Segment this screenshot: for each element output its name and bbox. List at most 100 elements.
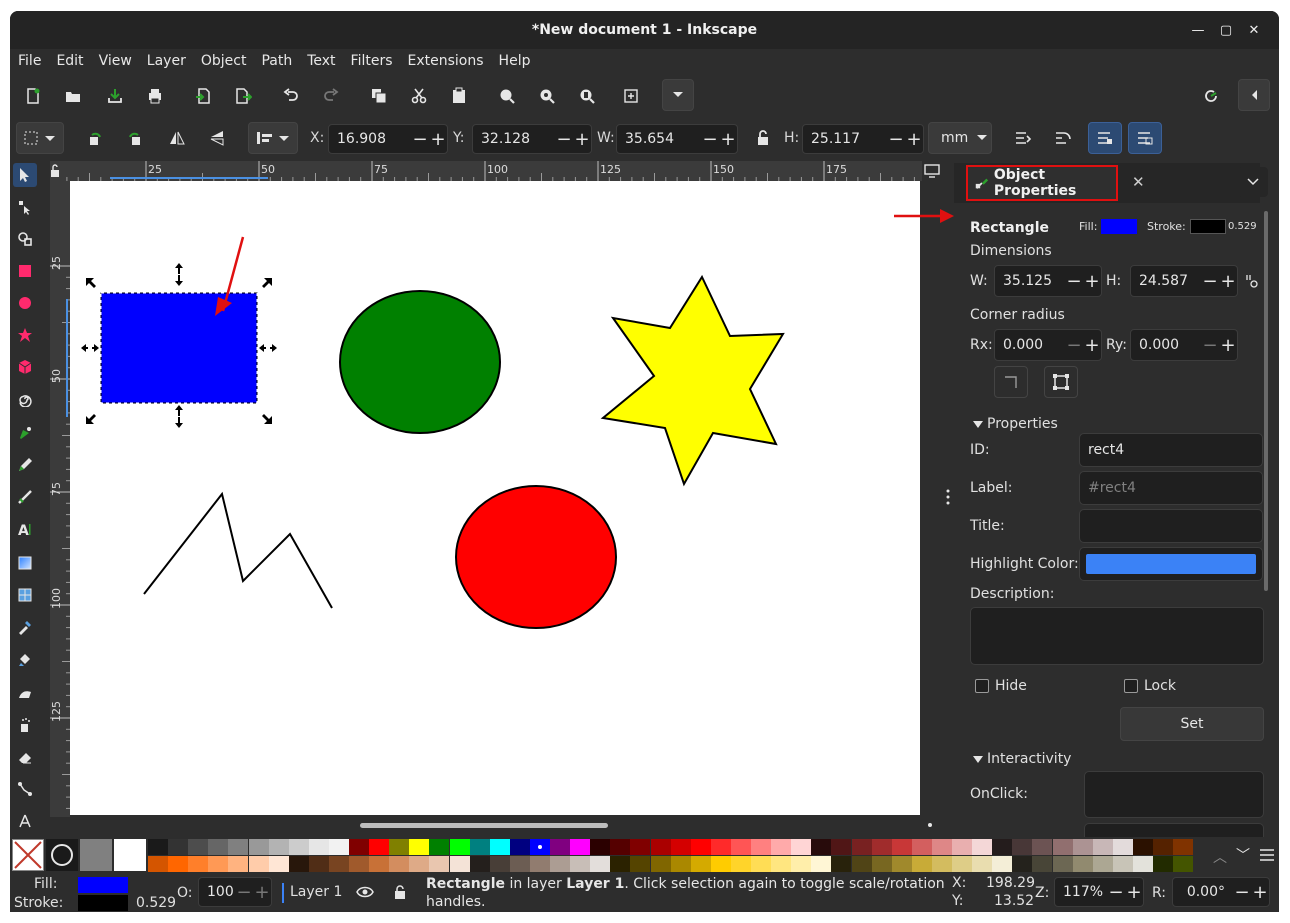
palette-swatch[interactable] bbox=[248, 839, 269, 855]
handle-bottom[interactable] bbox=[175, 405, 183, 428]
canvas-area[interactable] bbox=[70, 181, 922, 817]
dim-w-field[interactable]: 35.125− + bbox=[994, 265, 1102, 297]
palette-swatch[interactable] bbox=[268, 856, 289, 872]
handle-bottom-left[interactable] bbox=[86, 414, 96, 424]
palette-swatch[interactable] bbox=[891, 839, 912, 855]
zoom-value[interactable]: 117% bbox=[1055, 884, 1107, 900]
yellow-star[interactable] bbox=[600, 274, 785, 487]
y-plus-button[interactable]: + bbox=[573, 129, 591, 150]
lock-checkbox[interactable] bbox=[1124, 679, 1138, 693]
palette-swatch[interactable] bbox=[228, 856, 249, 872]
palette-swatch[interactable] bbox=[791, 839, 812, 855]
menu-help[interactable]: Help bbox=[499, 53, 531, 69]
palette-swatch[interactable] bbox=[952, 839, 972, 855]
select-mode-dropdown[interactable] bbox=[16, 122, 64, 154]
zoom-minus-button[interactable]: − bbox=[1107, 882, 1125, 903]
y-minus-button[interactable]: − bbox=[555, 129, 573, 150]
red-ellipse[interactable] bbox=[455, 485, 617, 629]
rotate-ccw-icon[interactable] bbox=[82, 125, 108, 151]
palette-swatch[interactable] bbox=[509, 839, 530, 855]
paint-bucket-tool-icon[interactable] bbox=[13, 647, 37, 671]
palette-swatch[interactable] bbox=[630, 839, 651, 855]
zoom-drawing-icon[interactable] bbox=[534, 83, 560, 109]
menu-edit[interactable]: Edit bbox=[56, 53, 83, 69]
ry-field[interactable]: 0.000− + bbox=[1130, 329, 1238, 361]
palette-swatch[interactable] bbox=[1012, 856, 1033, 872]
chain-link-icon[interactable] bbox=[1244, 273, 1260, 289]
rotate-cw-icon[interactable] bbox=[122, 125, 148, 151]
ry-minus-button[interactable]: − bbox=[1201, 335, 1219, 356]
palette-swatch[interactable] bbox=[1032, 839, 1053, 855]
palette-swatch[interactable] bbox=[952, 856, 972, 872]
w-field[interactable]: 35.654− + bbox=[616, 124, 738, 154]
palette-swatch[interactable] bbox=[489, 856, 510, 872]
palette-swatch[interactable] bbox=[590, 839, 611, 855]
current-layer-name[interactable]: Layer 1 bbox=[290, 884, 342, 900]
close-icon[interactable]: ✕ bbox=[1244, 20, 1264, 40]
palette-swatch[interactable] bbox=[610, 839, 631, 855]
eraser-tool-icon[interactable] bbox=[13, 745, 37, 769]
gradient-tool-icon[interactable] bbox=[13, 551, 37, 575]
palette-swatch[interactable] bbox=[389, 839, 410, 855]
palette-swatch[interactable] bbox=[992, 839, 1013, 855]
layer-visibility-eye-icon[interactable] bbox=[356, 885, 374, 899]
paste-icon[interactable] bbox=[446, 83, 472, 109]
dropper-tool-icon[interactable] bbox=[13, 615, 37, 639]
palette-swatch[interactable] bbox=[851, 856, 872, 872]
palette-swatch[interactable] bbox=[208, 839, 229, 855]
menu-view[interactable]: View bbox=[99, 53, 132, 69]
h-field[interactable]: 25.117− + bbox=[802, 124, 924, 154]
palette-swatch[interactable] bbox=[469, 856, 490, 872]
palette-swatch[interactable] bbox=[811, 839, 832, 855]
unit-dropdown[interactable]: mm bbox=[928, 122, 992, 154]
palette-swatch[interactable] bbox=[389, 856, 410, 872]
palette-swatch[interactable] bbox=[931, 856, 952, 872]
palette-swatch[interactable] bbox=[449, 856, 470, 872]
rectangle-tool-icon[interactable] bbox=[13, 259, 37, 283]
3d-box-tool-icon[interactable] bbox=[13, 355, 37, 379]
panel-scrollbar[interactable] bbox=[1264, 211, 1268, 591]
description-textarea[interactable] bbox=[970, 607, 1264, 665]
palette-swatch[interactable] bbox=[931, 839, 952, 855]
palette-swatch[interactable] bbox=[168, 839, 189, 855]
palette-swatch[interactable] bbox=[469, 839, 490, 855]
cut-icon[interactable] bbox=[406, 83, 432, 109]
set-button[interactable]: Set bbox=[1120, 707, 1264, 741]
status-stroke-swatch[interactable] bbox=[78, 895, 128, 911]
white-swatch[interactable] bbox=[114, 839, 146, 871]
rx-minus-button[interactable]: − bbox=[1065, 335, 1083, 356]
rotation-value[interactable]: 0.00° bbox=[1173, 884, 1233, 900]
no-paint-swatch[interactable] bbox=[12, 839, 44, 871]
menu-text[interactable]: Text bbox=[307, 53, 335, 69]
ry-plus-button[interactable]: + bbox=[1219, 335, 1237, 356]
tab-close-icon[interactable]: ✕ bbox=[1132, 173, 1145, 191]
palette-swatch[interactable] bbox=[630, 856, 651, 872]
palette-swatch[interactable] bbox=[188, 839, 209, 855]
fit-bbox-button[interactable] bbox=[1044, 366, 1078, 398]
rx-field[interactable]: 0.000− + bbox=[994, 329, 1102, 361]
align-dropdown[interactable] bbox=[248, 122, 298, 154]
y-field[interactable]: 32.128− + bbox=[472, 124, 592, 154]
palette-swatch[interactable] bbox=[570, 856, 591, 872]
palette-swatch[interactable] bbox=[831, 856, 852, 872]
scale-corners-icon[interactable] bbox=[1050, 125, 1076, 151]
undo-icon[interactable] bbox=[278, 83, 304, 109]
handle-top-right[interactable] bbox=[262, 278, 272, 288]
gray-swatch[interactable] bbox=[80, 839, 112, 871]
palette-swatch[interactable] bbox=[1032, 856, 1053, 872]
redo-icon[interactable] bbox=[318, 83, 344, 109]
palette-swatch[interactable] bbox=[328, 856, 349, 872]
palette-swatch[interactable] bbox=[831, 839, 852, 855]
measure-tool-icon[interactable] bbox=[13, 809, 37, 833]
opacity-plus-button[interactable]: + bbox=[253, 882, 271, 903]
palette-swatch[interactable] bbox=[610, 856, 631, 872]
palette-swatch[interactable] bbox=[429, 856, 450, 872]
selector-tool-icon[interactable] bbox=[13, 163, 37, 187]
unset-paint-swatch[interactable] bbox=[46, 839, 78, 871]
ry-value[interactable]: 0.000 bbox=[1131, 337, 1201, 353]
w-value[interactable]: 35.654 bbox=[617, 131, 701, 147]
print-icon[interactable] bbox=[142, 83, 168, 109]
zoom-plus-button[interactable]: + bbox=[1125, 882, 1143, 903]
import-icon[interactable] bbox=[190, 83, 216, 109]
palette-swatch[interactable] bbox=[670, 839, 691, 855]
